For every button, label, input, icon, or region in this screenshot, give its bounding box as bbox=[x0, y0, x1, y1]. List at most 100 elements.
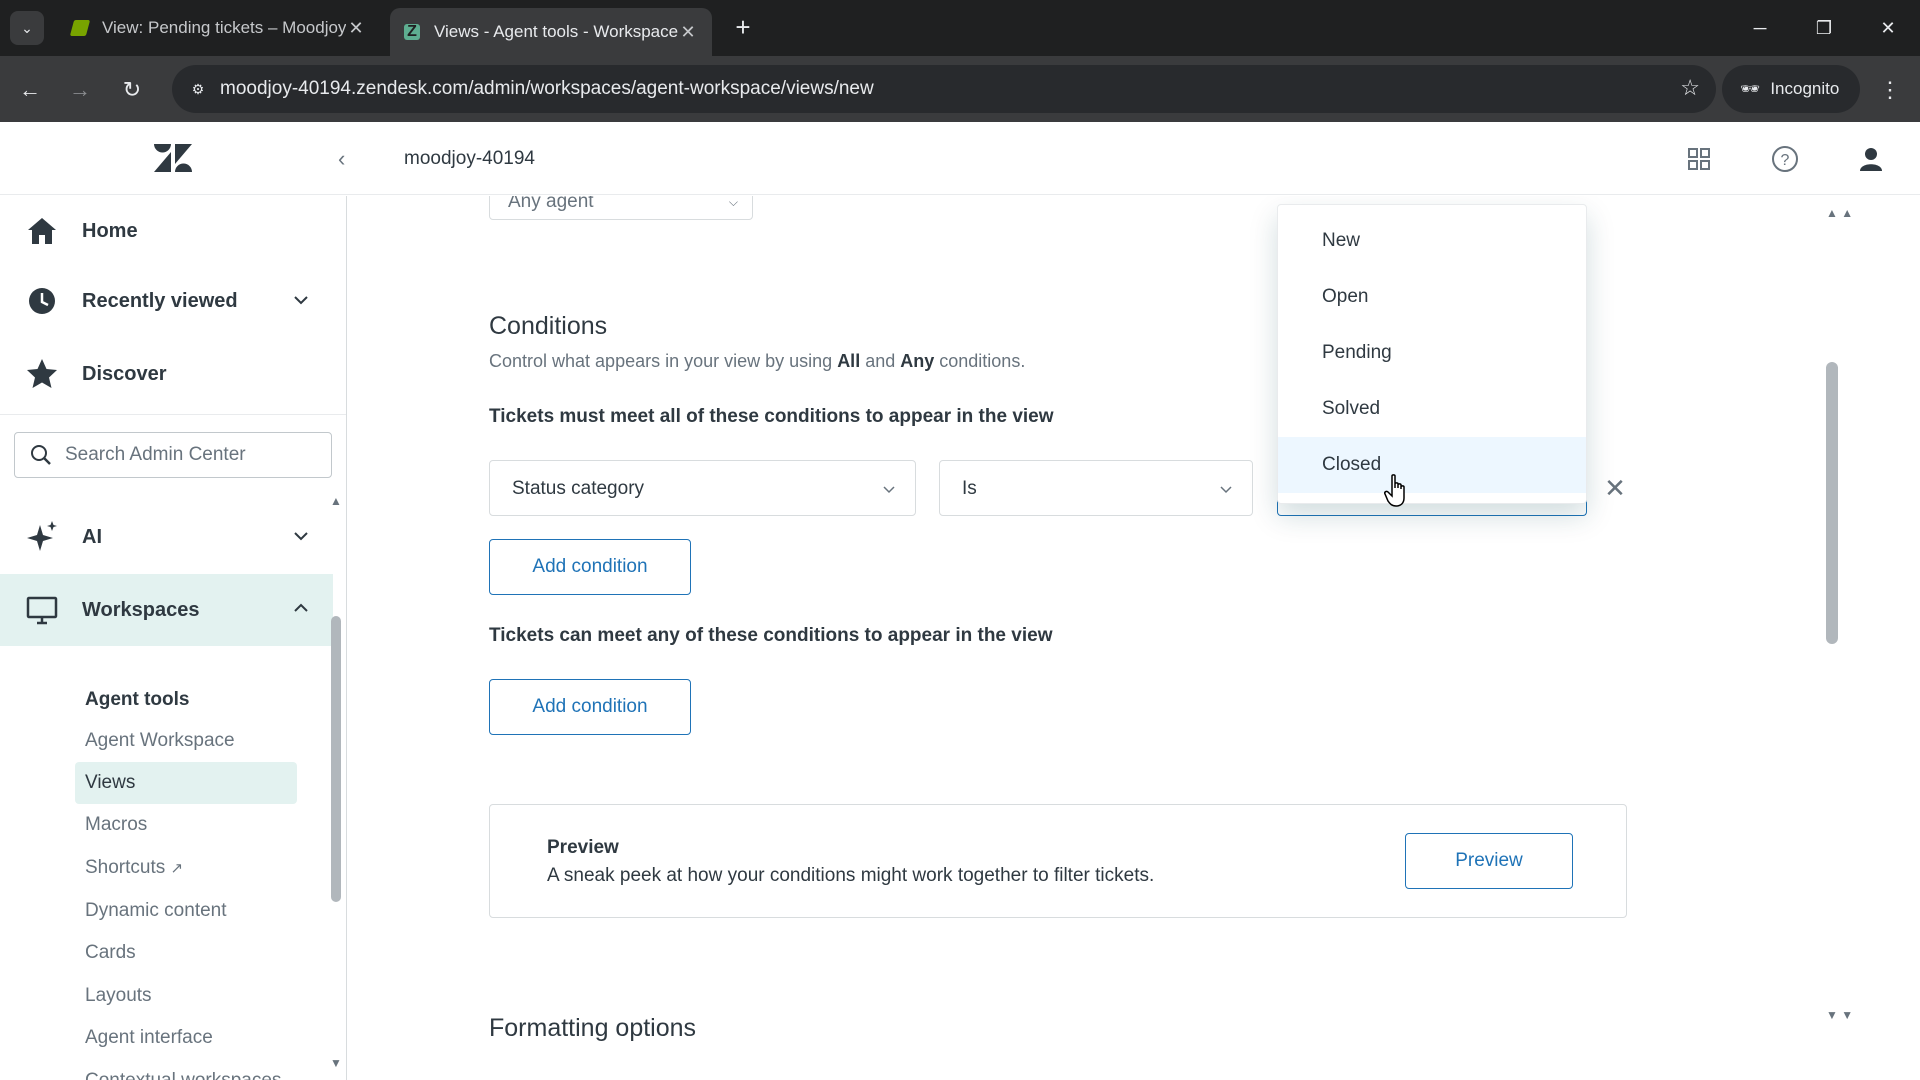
nav-recently-viewed-label: Recently viewed bbox=[82, 289, 238, 312]
app-header: ‹ moodjoy-40194 ? bbox=[0, 122, 1920, 195]
nav-discover[interactable]: Discover bbox=[0, 339, 333, 409]
tab-title: Views - Agent tools - Workspaces bbox=[434, 22, 678, 41]
zendesk-logo-icon[interactable] bbox=[154, 142, 192, 174]
browser-tab-views[interactable]: Z Views - Agent tools - Workspaces ✕ bbox=[390, 8, 712, 56]
chevron-down-icon[interactable] bbox=[291, 290, 311, 310]
condition-operator-select[interactable]: Is bbox=[939, 460, 1253, 516]
agent-select[interactable]: Any agent ⌵ bbox=[489, 196, 753, 220]
scroll-down-arrow-icon[interactable]: ▼ bbox=[330, 1056, 342, 1070]
nav-home[interactable]: Home bbox=[0, 196, 333, 266]
option-solved[interactable]: Solved bbox=[1278, 381, 1586, 437]
chevron-down-icon bbox=[883, 486, 895, 494]
status-value-dropdown: New Open Pending Solved Closed bbox=[1277, 204, 1587, 504]
add-any-condition-button[interactable]: Add condition bbox=[489, 679, 691, 735]
svg-text:?: ? bbox=[1781, 152, 1790, 169]
minimize-icon[interactable]: ─ bbox=[1740, 10, 1780, 46]
main-scroll-down-icon[interactable]: ▼ ▼ bbox=[1826, 1008, 1853, 1022]
tab-close-icon[interactable]: ✕ bbox=[678, 22, 698, 43]
sidebar-item-contextual-workspaces[interactable]: Contextual workspaces bbox=[75, 1060, 297, 1080]
sidebar-item-views[interactable]: Views bbox=[75, 762, 297, 804]
all-conditions-label: Tickets must meet all of these condition… bbox=[489, 406, 1054, 427]
incognito-badge[interactable]: 🕶 Incognito bbox=[1722, 65, 1860, 113]
chevron-down-icon bbox=[1220, 486, 1232, 494]
incognito-label: Incognito bbox=[1770, 79, 1840, 98]
tab-close-icon[interactable]: ✕ bbox=[346, 18, 366, 39]
clock-icon bbox=[29, 288, 55, 314]
reload-icon[interactable]: ↻ bbox=[114, 72, 150, 108]
collapse-sidebar-icon[interactable]: ‹ bbox=[338, 144, 360, 174]
sidebar-item-dynamic-content[interactable]: Dynamic content bbox=[75, 890, 297, 932]
search-icon bbox=[31, 445, 51, 465]
main-scrollbar[interactable] bbox=[1826, 362, 1838, 644]
chevron-down-icon: ⌵ bbox=[728, 196, 738, 209]
sidebar-item-shortcuts[interactable]: Shortcuts ↗ bbox=[75, 847, 297, 889]
formatting-options-heading: Formatting options bbox=[489, 1014, 697, 1042]
agent-tools-heading: Agent tools bbox=[85, 689, 190, 710]
external-link-icon: ↗ bbox=[170, 860, 184, 877]
nav-workspaces-label: Workspaces bbox=[82, 598, 200, 621]
condition-operator-value: Is bbox=[962, 478, 977, 499]
nav-ai[interactable]: AI bbox=[0, 502, 333, 572]
main-scroll-up-icon[interactable]: ▲ ▲ bbox=[1826, 206, 1853, 220]
remove-condition-icon[interactable]: ✕ bbox=[1601, 474, 1629, 502]
any-conditions-label: Tickets can meet any of these conditions… bbox=[489, 625, 1053, 646]
view-editor-main: Any agent ⌵ Conditions Control what appe… bbox=[348, 196, 1920, 1080]
chevron-up-icon[interactable] bbox=[291, 598, 311, 618]
browser-menu-icon[interactable]: ⋮ bbox=[1874, 72, 1906, 108]
nav-home-label: Home bbox=[82, 219, 138, 242]
forward-icon[interactable]: → bbox=[62, 72, 98, 108]
help-icon[interactable]: ? bbox=[1768, 142, 1802, 176]
hand-pointer-icon bbox=[1384, 474, 1405, 507]
scroll-up-arrow-icon[interactable]: ▲ bbox=[330, 494, 342, 508]
star-icon bbox=[27, 359, 57, 388]
site-info-icon[interactable]: ⚙ bbox=[186, 77, 210, 101]
incognito-icon: 🕶 bbox=[1740, 81, 1761, 98]
condition-field-value: Status category bbox=[512, 478, 645, 499]
search-placeholder: Search Admin Center bbox=[65, 444, 246, 465]
close-window-icon[interactable]: ✕ bbox=[1868, 10, 1908, 46]
conditions-heading: Conditions bbox=[489, 312, 608, 340]
agent-select-value: Any agent bbox=[508, 196, 594, 212]
nav-recently-viewed[interactable]: Recently viewed bbox=[0, 266, 333, 336]
omnibox[interactable]: ⚙ moodjoy-40194.zendesk.com/admin/worksp… bbox=[172, 65, 1716, 113]
sidebar-item-agent-workspace[interactable]: Agent Workspace bbox=[75, 720, 297, 762]
option-new[interactable]: New bbox=[1278, 213, 1586, 269]
shortcuts-label: Shortcuts bbox=[85, 857, 166, 878]
moodjoy-favicon-icon bbox=[69, 20, 91, 36]
sidebar-divider bbox=[0, 414, 346, 415]
preview-button[interactable]: Preview bbox=[1405, 833, 1573, 889]
tab-search-button[interactable]: ⌄ bbox=[10, 11, 44, 45]
preview-description: A sneak peek at how your conditions migh… bbox=[547, 865, 1155, 886]
condition-field-select[interactable]: Status category bbox=[489, 460, 916, 516]
address-bar-row: ← → ↻ ⚙ moodjoy-40194.zendesk.com/admin/… bbox=[0, 56, 1920, 122]
sidebar-item-layouts[interactable]: Layouts bbox=[75, 975, 297, 1017]
nav-ai-label: AI bbox=[82, 525, 102, 548]
chevron-down-icon[interactable] bbox=[291, 526, 311, 546]
add-all-condition-button[interactable]: Add condition bbox=[489, 539, 691, 595]
back-icon[interactable]: ← bbox=[12, 72, 48, 108]
conditions-description: Control what appears in your view by usi… bbox=[489, 351, 1026, 371]
option-pending[interactable]: Pending bbox=[1278, 325, 1586, 381]
account-name: moodjoy-40194 bbox=[404, 148, 535, 169]
sidebar-item-agent-interface[interactable]: Agent interface bbox=[75, 1017, 297, 1059]
nav-workspaces[interactable]: Workspaces bbox=[0, 574, 333, 646]
restore-icon[interactable]: ❐ bbox=[1804, 10, 1844, 46]
sidebar-item-cards[interactable]: Cards bbox=[75, 932, 297, 974]
option-open[interactable]: Open bbox=[1278, 269, 1586, 325]
bookmark-star-icon[interactable]: ☆ bbox=[1680, 75, 1700, 101]
search-admin-center-input[interactable]: Search Admin Center bbox=[14, 432, 332, 478]
url-text[interactable]: moodjoy-40194.zendesk.com/admin/workspac… bbox=[220, 78, 874, 100]
browser-tab-pending-tickets[interactable]: View: Pending tickets – Moodjoy ✕ bbox=[58, 8, 380, 48]
products-grid-icon[interactable] bbox=[1682, 142, 1716, 176]
preview-panel: Preview A sneak peek at how your conditi… bbox=[489, 804, 1627, 918]
nav-discover-label: Discover bbox=[82, 362, 167, 385]
home-icon bbox=[28, 218, 56, 244]
sidebar-item-macros[interactable]: Macros bbox=[75, 804, 297, 846]
sidebar-scrollbar[interactable] bbox=[331, 616, 341, 902]
new-tab-button[interactable]: + bbox=[728, 12, 758, 42]
browser-tab-bar: ⌄ View: Pending tickets – Moodjoy ✕ Z Vi… bbox=[0, 0, 1920, 56]
sparkle-icon bbox=[27, 521, 57, 551]
admin-sidebar: Home Recently viewed Discover Search Adm… bbox=[0, 196, 347, 1080]
user-profile-icon[interactable] bbox=[1854, 142, 1888, 176]
option-closed[interactable]: Closed bbox=[1278, 437, 1586, 493]
